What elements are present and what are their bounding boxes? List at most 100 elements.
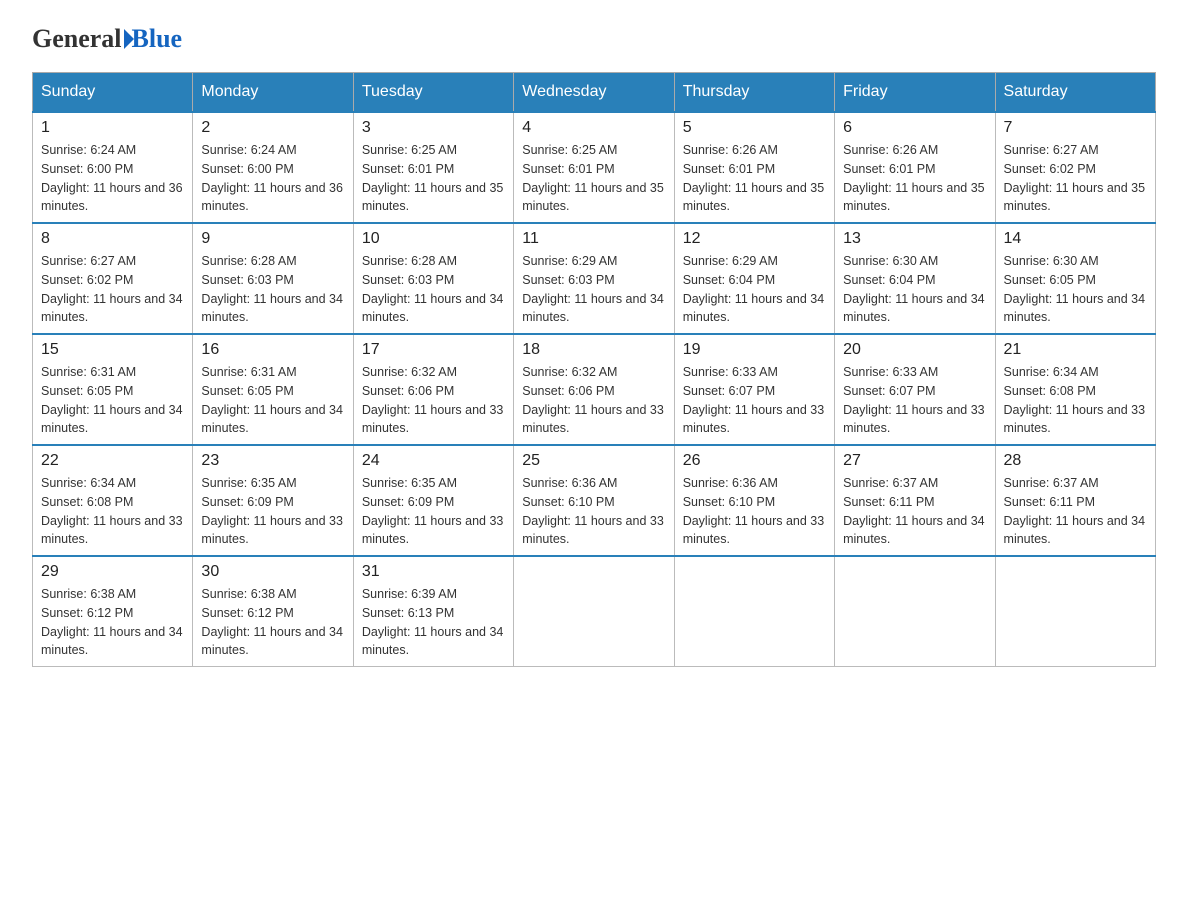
day-info: Sunrise: 6:33 AM Sunset: 6:07 PM Dayligh… [843, 363, 986, 438]
day-info: Sunrise: 6:33 AM Sunset: 6:07 PM Dayligh… [683, 363, 826, 438]
day-number: 12 [683, 230, 826, 248]
calendar-cell: 8 Sunrise: 6:27 AM Sunset: 6:02 PM Dayli… [33, 223, 193, 334]
day-number: 27 [843, 452, 986, 470]
calendar-cell: 6 Sunrise: 6:26 AM Sunset: 6:01 PM Dayli… [835, 112, 995, 223]
header-monday: Monday [193, 73, 353, 113]
day-info: Sunrise: 6:30 AM Sunset: 6:05 PM Dayligh… [1004, 252, 1147, 327]
calendar-cell [835, 556, 995, 667]
day-info: Sunrise: 6:25 AM Sunset: 6:01 PM Dayligh… [362, 141, 505, 216]
calendar-cell: 10 Sunrise: 6:28 AM Sunset: 6:03 PM Dayl… [353, 223, 513, 334]
calendar-cell: 22 Sunrise: 6:34 AM Sunset: 6:08 PM Dayl… [33, 445, 193, 556]
day-info: Sunrise: 6:34 AM Sunset: 6:08 PM Dayligh… [41, 474, 184, 549]
calendar-cell: 20 Sunrise: 6:33 AM Sunset: 6:07 PM Dayl… [835, 334, 995, 445]
day-number: 22 [41, 452, 184, 470]
calendar-cell: 29 Sunrise: 6:38 AM Sunset: 6:12 PM Dayl… [33, 556, 193, 667]
day-number: 4 [522, 119, 665, 137]
calendar-week-1: 1 Sunrise: 6:24 AM Sunset: 6:00 PM Dayli… [33, 112, 1156, 223]
calendar-cell: 7 Sunrise: 6:27 AM Sunset: 6:02 PM Dayli… [995, 112, 1155, 223]
day-number: 21 [1004, 341, 1147, 359]
calendar-cell: 9 Sunrise: 6:28 AM Sunset: 6:03 PM Dayli… [193, 223, 353, 334]
calendar-cell: 16 Sunrise: 6:31 AM Sunset: 6:05 PM Dayl… [193, 334, 353, 445]
day-number: 9 [201, 230, 344, 248]
header-tuesday: Tuesday [353, 73, 513, 113]
day-number: 23 [201, 452, 344, 470]
day-number: 10 [362, 230, 505, 248]
day-number: 14 [1004, 230, 1147, 248]
day-info: Sunrise: 6:25 AM Sunset: 6:01 PM Dayligh… [522, 141, 665, 216]
day-number: 29 [41, 563, 184, 581]
day-number: 30 [201, 563, 344, 581]
calendar-cell: 28 Sunrise: 6:37 AM Sunset: 6:11 PM Dayl… [995, 445, 1155, 556]
calendar-cell [674, 556, 834, 667]
calendar-cell: 27 Sunrise: 6:37 AM Sunset: 6:11 PM Dayl… [835, 445, 995, 556]
day-number: 2 [201, 119, 344, 137]
calendar-week-3: 15 Sunrise: 6:31 AM Sunset: 6:05 PM Dayl… [33, 334, 1156, 445]
day-number: 11 [522, 230, 665, 248]
day-info: Sunrise: 6:24 AM Sunset: 6:00 PM Dayligh… [201, 141, 344, 216]
day-info: Sunrise: 6:24 AM Sunset: 6:00 PM Dayligh… [41, 141, 184, 216]
calendar-cell [995, 556, 1155, 667]
day-info: Sunrise: 6:35 AM Sunset: 6:09 PM Dayligh… [362, 474, 505, 549]
calendar-cell: 18 Sunrise: 6:32 AM Sunset: 6:06 PM Dayl… [514, 334, 674, 445]
day-number: 16 [201, 341, 344, 359]
calendar-cell: 30 Sunrise: 6:38 AM Sunset: 6:12 PM Dayl… [193, 556, 353, 667]
calendar-header-row: Sunday Monday Tuesday Wednesday Thursday… [33, 73, 1156, 113]
calendar-cell: 2 Sunrise: 6:24 AM Sunset: 6:00 PM Dayli… [193, 112, 353, 223]
calendar-cell: 24 Sunrise: 6:35 AM Sunset: 6:09 PM Dayl… [353, 445, 513, 556]
calendar-cell: 15 Sunrise: 6:31 AM Sunset: 6:05 PM Dayl… [33, 334, 193, 445]
logo-general: General [32, 24, 122, 54]
calendar-cell: 26 Sunrise: 6:36 AM Sunset: 6:10 PM Dayl… [674, 445, 834, 556]
day-number: 13 [843, 230, 986, 248]
day-info: Sunrise: 6:31 AM Sunset: 6:05 PM Dayligh… [201, 363, 344, 438]
logo-blue: Blue [132, 24, 183, 54]
calendar-cell [514, 556, 674, 667]
day-number: 5 [683, 119, 826, 137]
calendar-cell: 25 Sunrise: 6:36 AM Sunset: 6:10 PM Dayl… [514, 445, 674, 556]
day-info: Sunrise: 6:30 AM Sunset: 6:04 PM Dayligh… [843, 252, 986, 327]
calendar-cell: 12 Sunrise: 6:29 AM Sunset: 6:04 PM Dayl… [674, 223, 834, 334]
day-info: Sunrise: 6:29 AM Sunset: 6:04 PM Dayligh… [683, 252, 826, 327]
calendar-cell: 4 Sunrise: 6:25 AM Sunset: 6:01 PM Dayli… [514, 112, 674, 223]
day-info: Sunrise: 6:36 AM Sunset: 6:10 PM Dayligh… [683, 474, 826, 549]
calendar-cell: 19 Sunrise: 6:33 AM Sunset: 6:07 PM Dayl… [674, 334, 834, 445]
day-info: Sunrise: 6:38 AM Sunset: 6:12 PM Dayligh… [201, 585, 344, 660]
day-info: Sunrise: 6:38 AM Sunset: 6:12 PM Dayligh… [41, 585, 184, 660]
day-number: 24 [362, 452, 505, 470]
calendar-week-5: 29 Sunrise: 6:38 AM Sunset: 6:12 PM Dayl… [33, 556, 1156, 667]
day-info: Sunrise: 6:36 AM Sunset: 6:10 PM Dayligh… [522, 474, 665, 549]
day-number: 6 [843, 119, 986, 137]
day-info: Sunrise: 6:27 AM Sunset: 6:02 PM Dayligh… [1004, 141, 1147, 216]
calendar-cell: 3 Sunrise: 6:25 AM Sunset: 6:01 PM Dayli… [353, 112, 513, 223]
day-info: Sunrise: 6:37 AM Sunset: 6:11 PM Dayligh… [1004, 474, 1147, 549]
header-friday: Friday [835, 73, 995, 113]
calendar-cell: 11 Sunrise: 6:29 AM Sunset: 6:03 PM Dayl… [514, 223, 674, 334]
day-info: Sunrise: 6:32 AM Sunset: 6:06 PM Dayligh… [522, 363, 665, 438]
day-info: Sunrise: 6:29 AM Sunset: 6:03 PM Dayligh… [522, 252, 665, 327]
calendar-cell: 31 Sunrise: 6:39 AM Sunset: 6:13 PM Dayl… [353, 556, 513, 667]
day-number: 19 [683, 341, 826, 359]
day-number: 7 [1004, 119, 1147, 137]
day-info: Sunrise: 6:27 AM Sunset: 6:02 PM Dayligh… [41, 252, 184, 327]
day-info: Sunrise: 6:37 AM Sunset: 6:11 PM Dayligh… [843, 474, 986, 549]
day-number: 8 [41, 230, 184, 248]
header-wednesday: Wednesday [514, 73, 674, 113]
calendar-cell: 17 Sunrise: 6:32 AM Sunset: 6:06 PM Dayl… [353, 334, 513, 445]
logo: General Blue [32, 24, 182, 52]
day-info: Sunrise: 6:26 AM Sunset: 6:01 PM Dayligh… [683, 141, 826, 216]
day-number: 1 [41, 119, 184, 137]
day-info: Sunrise: 6:39 AM Sunset: 6:13 PM Dayligh… [362, 585, 505, 660]
header-sunday: Sunday [33, 73, 193, 113]
day-number: 3 [362, 119, 505, 137]
day-info: Sunrise: 6:28 AM Sunset: 6:03 PM Dayligh… [362, 252, 505, 327]
calendar-week-2: 8 Sunrise: 6:27 AM Sunset: 6:02 PM Dayli… [33, 223, 1156, 334]
logo-text: General Blue [32, 24, 182, 54]
header-thursday: Thursday [674, 73, 834, 113]
day-number: 18 [522, 341, 665, 359]
calendar-cell: 5 Sunrise: 6:26 AM Sunset: 6:01 PM Dayli… [674, 112, 834, 223]
day-number: 26 [683, 452, 826, 470]
day-info: Sunrise: 6:32 AM Sunset: 6:06 PM Dayligh… [362, 363, 505, 438]
day-number: 15 [41, 341, 184, 359]
day-number: 17 [362, 341, 505, 359]
day-info: Sunrise: 6:28 AM Sunset: 6:03 PM Dayligh… [201, 252, 344, 327]
day-number: 28 [1004, 452, 1147, 470]
